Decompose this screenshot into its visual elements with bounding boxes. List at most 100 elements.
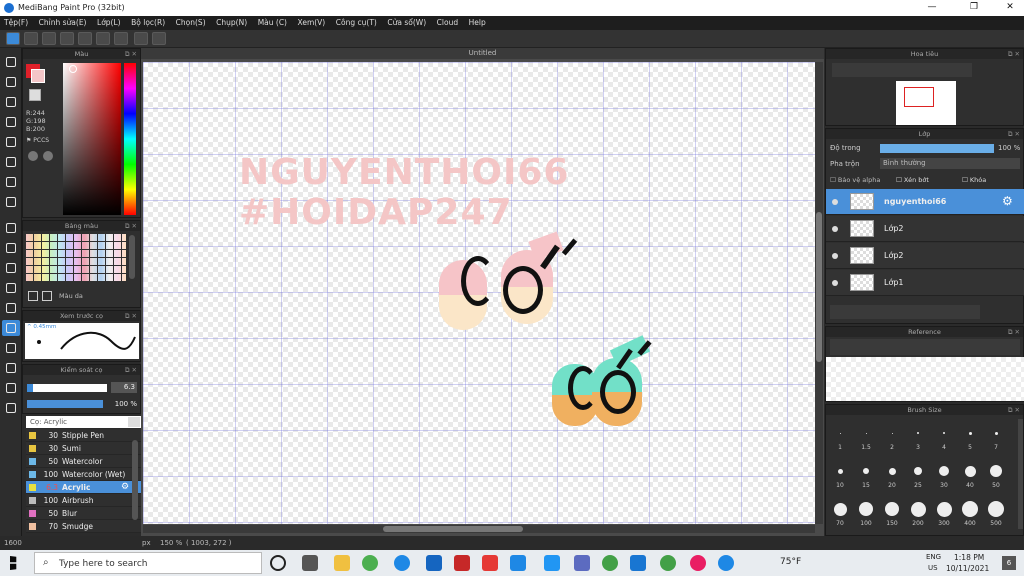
palette-icon[interactable]: [28, 151, 38, 161]
magic-wand-tool-icon[interactable]: [2, 260, 20, 276]
gradient-tool-icon[interactable]: [2, 194, 20, 210]
brush-tool-icon[interactable]: [2, 54, 20, 70]
lang-label-2[interactable]: US: [928, 564, 938, 572]
brush-size-dot[interactable]: [837, 468, 843, 474]
teams-icon[interactable]: [574, 555, 590, 571]
brush-opacity-slider[interactable]: [27, 400, 103, 408]
brush-size-slider[interactable]: [27, 384, 107, 392]
medibang-icon[interactable]: [718, 555, 734, 571]
menu-select[interactable]: Chọn(S): [172, 16, 210, 29]
undo-icon[interactable]: [134, 32, 148, 45]
palette-scrollbar[interactable]: [129, 235, 135, 279]
export-icon[interactable]: [24, 32, 38, 45]
app-icon-red[interactable]: [454, 555, 470, 571]
video-icon[interactable]: [630, 555, 646, 571]
palette-swatches[interactable]: [26, 234, 126, 282]
grid-icon[interactable]: [60, 32, 74, 45]
saturation-value-picker[interactable]: [63, 63, 121, 215]
brush-item[interactable]: 70 Smudge: [26, 520, 141, 533]
select-pen-tool-icon[interactable]: [2, 280, 20, 296]
layer-row[interactable]: Lớp2: [826, 243, 1024, 269]
brush-size-value[interactable]: 6.3: [111, 382, 137, 393]
menu-edit[interactable]: Chỉnh sửa(E): [35, 16, 91, 29]
picker-cursor[interactable]: [69, 65, 77, 73]
redo-icon[interactable]: [152, 32, 166, 45]
brush-item[interactable]: 50 Blur: [26, 507, 141, 520]
panel-icon[interactable]: [78, 32, 92, 45]
brush-item[interactable]: 100 Airbrush: [26, 494, 141, 507]
fg-color-swatch[interactable]: [31, 69, 45, 83]
fill-shape-tool-icon[interactable]: [2, 154, 20, 170]
menu-color[interactable]: Màu (C): [254, 16, 291, 29]
layer-row[interactable]: Lớp2: [826, 216, 1024, 242]
brush-size-dot[interactable]: [917, 432, 919, 434]
protect-alpha-checkbox[interactable]: ☐ Bảo vệ alpha: [830, 176, 880, 184]
dropbox-icon[interactable]: [426, 555, 442, 571]
brush-size-scrollbar[interactable]: [1018, 419, 1023, 529]
chrome-icon-3[interactable]: [660, 555, 676, 571]
brush-size-dot[interactable]: [994, 431, 998, 435]
brush-item[interactable]: 50 Watercolor: [26, 455, 141, 468]
brush-size-dot[interactable]: [964, 465, 976, 477]
navigator-zoom-buttons[interactable]: [832, 63, 972, 77]
chrome-icon[interactable]: [362, 555, 378, 571]
hue-slider[interactable]: [124, 63, 136, 215]
lang-label-1[interactable]: ENG: [926, 553, 941, 561]
eraser-tool-icon[interactable]: [2, 74, 20, 90]
menu-tools[interactable]: Công cụ(T): [332, 16, 381, 29]
divide-tool-icon[interactable]: [2, 360, 20, 376]
layer-row[interactable]: Lớp1: [826, 270, 1024, 296]
brush-size-dot[interactable]: [943, 432, 945, 434]
canvas[interactable]: NGUYENTHOI66 #HOIDAP247: [143, 62, 815, 524]
brush-size-dot[interactable]: [990, 465, 1002, 477]
brush-size-grid[interactable]: 1 1.5 2 3 4 5 7 10 15 20 25 30 40 50 70 100 150 200 300 400…: [826, 417, 1016, 535]
brush-size-dot[interactable]: [968, 431, 972, 435]
brush-mode-icon[interactable]: [6, 32, 20, 45]
brush-size-dot[interactable]: [885, 502, 899, 516]
weather-text[interactable]: 75°F: [780, 557, 801, 567]
blend-mode-select[interactable]: Bình thường: [880, 158, 1020, 169]
new-palette-icon[interactable]: [28, 291, 38, 301]
brush-size-dot[interactable]: [888, 467, 896, 475]
bucket-tool-icon[interactable]: [2, 174, 20, 190]
brush-size-dot[interactable]: [988, 501, 1004, 517]
text-tool-icon[interactable]: [2, 320, 20, 336]
clock-time[interactable]: 1:18 PM: [954, 553, 984, 562]
select-tool-icon[interactable]: [2, 220, 20, 236]
brush-item-selected[interactable]: 6.3 Acrylic ⚙: [26, 481, 141, 494]
clipping-checkbox[interactable]: ☐ Xén bớt: [896, 176, 929, 184]
brush-size-dot[interactable]: [936, 501, 952, 517]
brush-size-dot[interactable]: [863, 468, 869, 474]
reference-area[interactable]: [826, 357, 1024, 401]
brush-size-dot[interactable]: [914, 467, 922, 475]
palette-add-icon[interactable]: [43, 151, 53, 161]
brush-size-dot[interactable]: [865, 432, 867, 434]
brush-size-dot[interactable]: [839, 432, 841, 434]
layer-visibility-icon[interactable]: [832, 226, 838, 232]
notification-center-icon[interactable]: 6: [1002, 556, 1016, 570]
task-view-icon[interactable]: [302, 555, 318, 571]
comment-icon[interactable]: [42, 32, 56, 45]
operation-tool-icon[interactable]: [2, 340, 20, 356]
office-icon[interactable]: [482, 555, 498, 571]
brush-item[interactable]: 30 Stipple Pen: [26, 429, 141, 442]
menu-filter[interactable]: Bộ lọc(R): [127, 16, 169, 29]
menu-view[interactable]: Xem(V): [294, 16, 330, 29]
layer-visibility-icon[interactable]: [832, 280, 838, 286]
menu-snap[interactable]: Chụp(N): [212, 16, 251, 29]
brush-size-dot[interactable]: [910, 501, 926, 517]
minimize-button[interactable]: —: [922, 2, 942, 14]
brush-size-dot[interactable]: [962, 501, 978, 517]
layer-visibility-icon[interactable]: [832, 253, 838, 259]
brush-size-dot[interactable]: [939, 466, 949, 476]
layer-actions-toolbar[interactable]: [830, 305, 980, 319]
windows-start-icon[interactable]: [10, 556, 17, 570]
transparent-swatch[interactable]: [29, 89, 41, 101]
file-explorer-icon[interactable]: [334, 555, 350, 571]
dot-tool-icon[interactable]: [2, 94, 20, 110]
menu-file[interactable]: Tệp(F): [0, 16, 32, 29]
brush-list-menu-icon[interactable]: [128, 417, 140, 427]
layer-row-selected[interactable]: nguyenthoi66 ⚙: [826, 189, 1024, 215]
taskbar-search[interactable]: ⌕ Type here to search: [34, 552, 262, 574]
brush-settings-gear-icon[interactable]: ⚙: [121, 482, 129, 492]
